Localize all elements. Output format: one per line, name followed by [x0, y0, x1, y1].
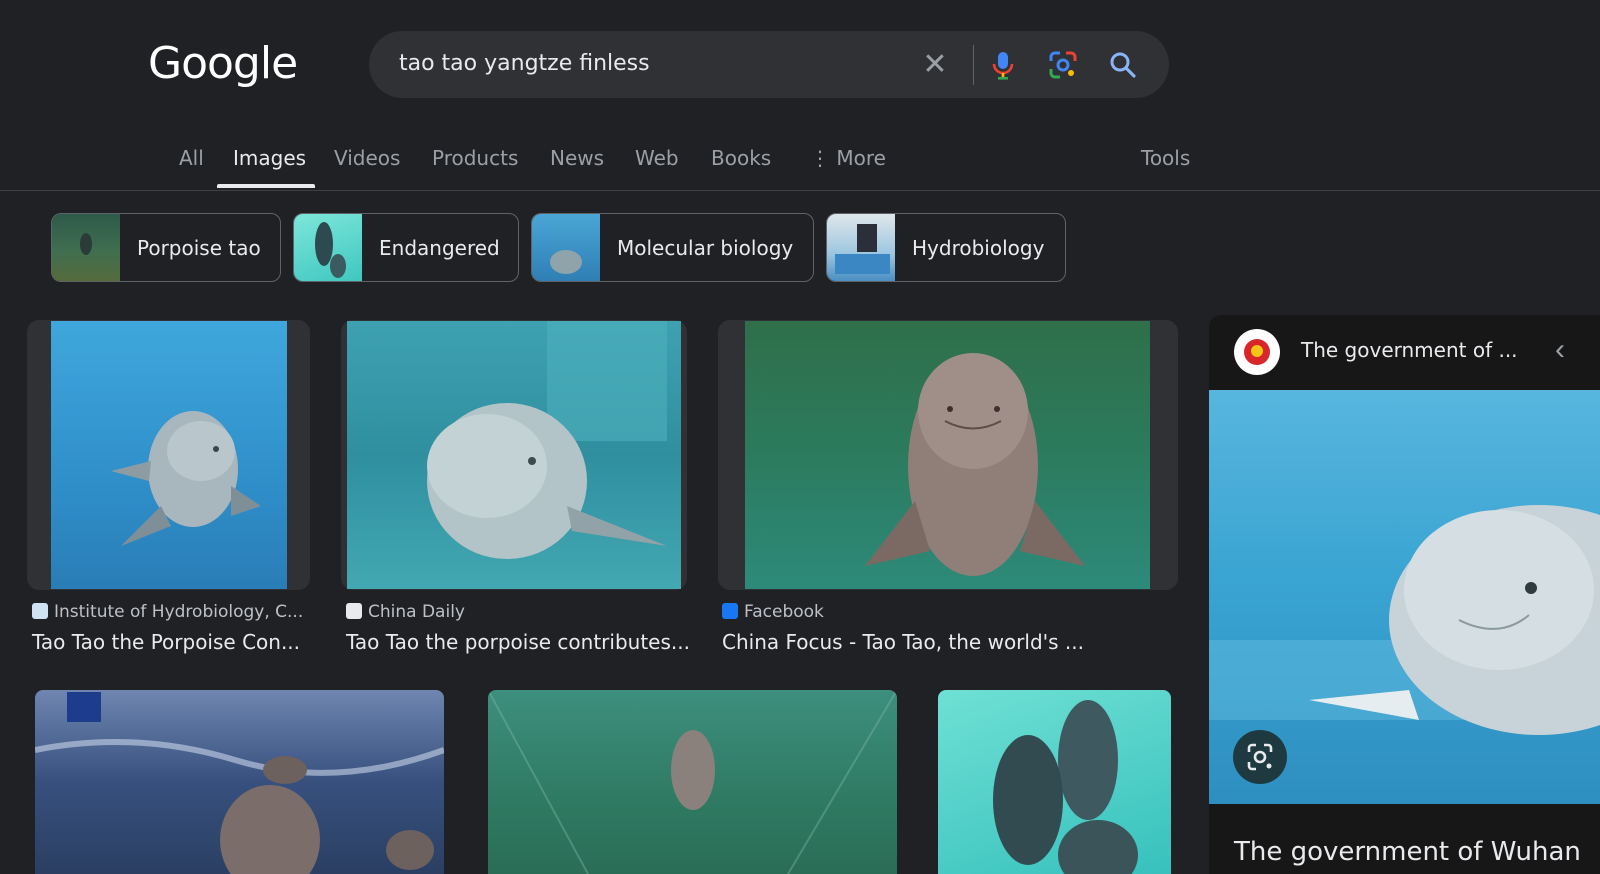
result-source: China Daily: [346, 602, 465, 622]
result-source-label: Facebook: [744, 602, 824, 622]
result-title[interactable]: Tao Tao the porpoise contributes...: [346, 630, 690, 654]
chip-label: Porpoise tao: [137, 236, 261, 260]
more-dots-icon: ⋮: [810, 146, 830, 170]
chip-endangered[interactable]: Endangered: [293, 213, 519, 282]
tab-more-label: More: [836, 146, 886, 170]
divider: [973, 45, 974, 85]
mic-icon[interactable]: [986, 48, 1020, 82]
chevron-left-icon[interactable]: ‹: [1555, 333, 1565, 367]
chip-porpoise-tao[interactable]: Porpoise tao: [51, 213, 281, 282]
chip-molecular-biology[interactable]: Molecular biology: [531, 213, 814, 282]
active-tab-indicator: [217, 184, 315, 188]
search-input[interactable]: tao tao yangtze finless: [399, 51, 650, 76]
google-logo[interactable]: Google: [148, 38, 298, 89]
chip-thumbnail: [827, 214, 895, 281]
result-image[interactable]: [938, 690, 1171, 874]
tab-videos[interactable]: Videos: [334, 146, 400, 170]
search-box[interactable]: tao tao yangtze finless ✕: [369, 31, 1169, 98]
chip-label: Molecular biology: [617, 236, 794, 260]
result-title[interactable]: China Focus - Tao Tao, the world's ...: [722, 630, 1084, 654]
site-favicon-icon: [346, 603, 362, 619]
tab-images[interactable]: Images: [233, 146, 306, 170]
search-icon[interactable]: [1106, 48, 1140, 82]
result-title[interactable]: Tao Tao the Porpoise Con...: [32, 630, 300, 654]
result-image[interactable]: [347, 321, 681, 589]
visual-search-icon[interactable]: [1233, 730, 1287, 784]
chip-thumbnail: [294, 214, 362, 281]
result-source-label: China Daily: [368, 602, 465, 622]
tab-news[interactable]: News: [550, 146, 604, 170]
panel-header: The government of ... ‹: [1209, 315, 1600, 389]
chip-thumbnail: [532, 214, 600, 281]
panel-caption[interactable]: The government of Wuhan: [1234, 837, 1581, 867]
site-favicon-icon: [32, 603, 48, 619]
result-image[interactable]: [488, 690, 897, 874]
clear-icon[interactable]: ✕: [919, 49, 951, 81]
tab-web[interactable]: Web: [635, 146, 679, 170]
government-emblem-icon: [1234, 329, 1280, 375]
result-image[interactable]: [51, 321, 287, 589]
chip-thumbnail: [52, 214, 120, 281]
result-image[interactable]: [745, 321, 1150, 589]
tab-products[interactable]: Products: [432, 146, 518, 170]
cctv-news-logo: [67, 692, 101, 722]
facebook-icon: [722, 603, 738, 619]
chip-label: Endangered: [379, 236, 500, 260]
chip-hydrobiology[interactable]: Hydrobiology: [826, 213, 1066, 282]
tab-all[interactable]: All: [179, 146, 204, 170]
search-tabs: All Images Videos Products News Web Book…: [0, 140, 1600, 191]
lens-icon[interactable]: [1046, 48, 1080, 82]
panel-source-title[interactable]: The government of ...: [1301, 338, 1518, 362]
tab-books[interactable]: Books: [711, 146, 771, 170]
tab-more[interactable]: ⋮ More: [810, 146, 886, 170]
preview-panel: The government of ... ‹ The government o…: [1209, 315, 1600, 874]
tools-button[interactable]: Tools: [1141, 146, 1190, 170]
result-source: Institute of Hydrobiology, C...: [32, 602, 303, 622]
result-image[interactable]: [35, 690, 444, 874]
result-source: Facebook: [722, 602, 824, 622]
chip-label: Hydrobiology: [912, 236, 1045, 260]
result-source-label: Institute of Hydrobiology, C...: [54, 602, 304, 622]
